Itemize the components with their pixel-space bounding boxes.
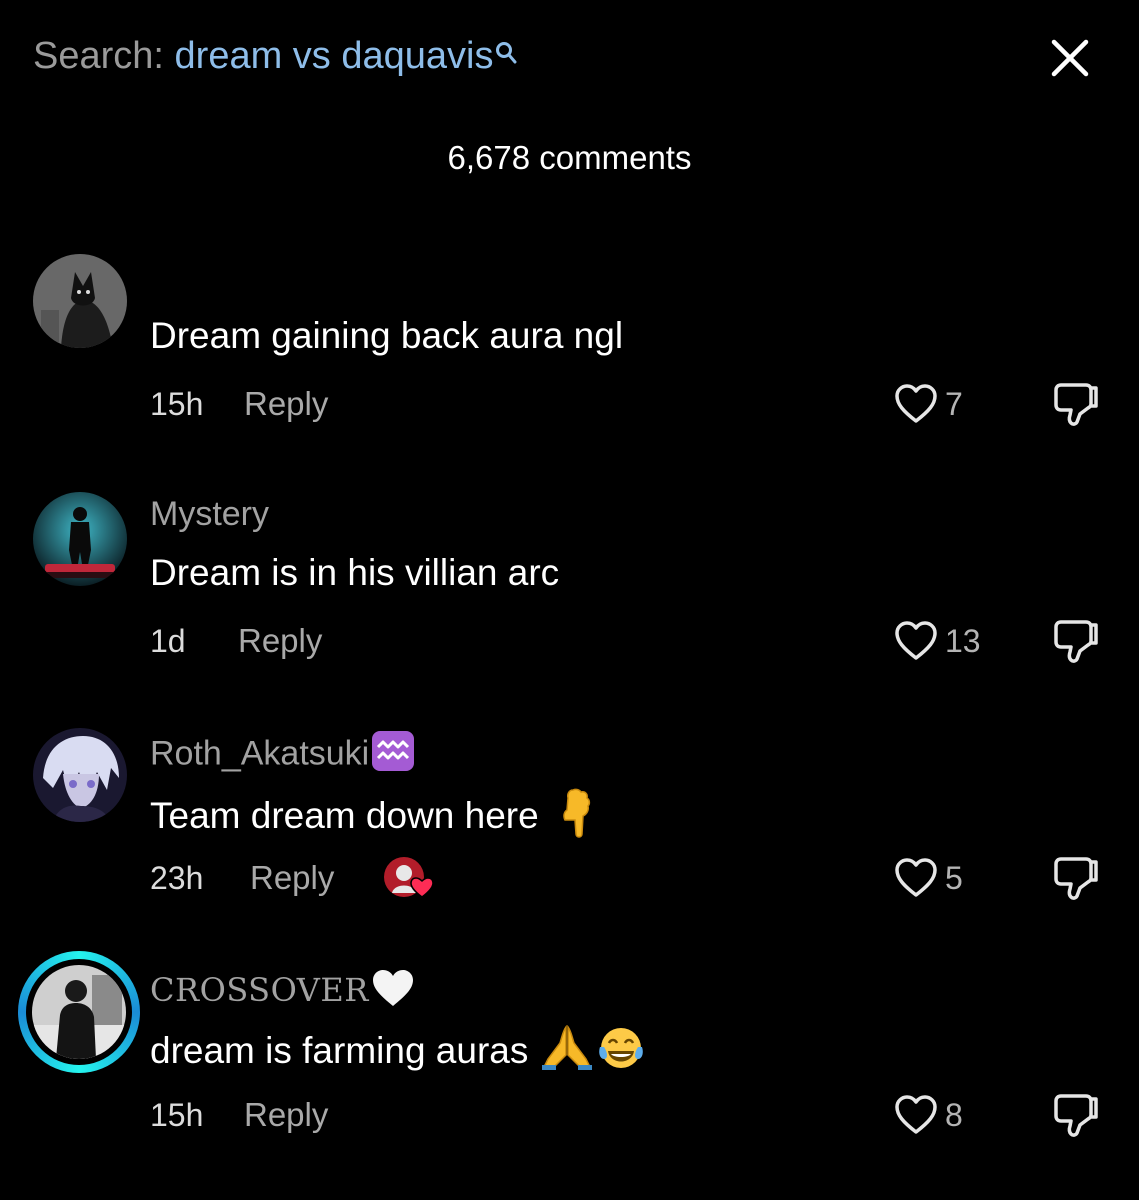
avatar[interactable]	[32, 965, 126, 1059]
reply-button[interactable]: Reply	[238, 621, 322, 661]
comment-text: Team dream down here	[150, 788, 601, 848]
comment-text: dream is farming auras	[150, 1024, 646, 1081]
pointing-down-emoji	[559, 788, 601, 848]
like-button[interactable]: 7	[893, 382, 963, 426]
username[interactable]: Mystery	[150, 494, 269, 534]
like-button[interactable]: 13	[893, 619, 981, 663]
comments-count: 6,678 comments	[447, 139, 692, 176]
comment-time: 15h	[150, 1097, 204, 1133]
close-icon[interactable]	[1048, 36, 1092, 80]
avatar[interactable]	[33, 728, 127, 822]
username[interactable]: CROSSOVER	[150, 968, 415, 1017]
comment-time: 15h	[150, 386, 204, 422]
comment-time: 1d	[150, 623, 186, 659]
search-icon[interactable]	[495, 32, 519, 76]
comment-text: Dream is in his villian arc	[150, 552, 560, 593]
search-bar[interactable]: Search: dream vs daquavis	[33, 34, 519, 78]
heart-outline-icon	[895, 1095, 937, 1134]
aquarius-icon	[371, 730, 415, 781]
thumbs-down-icon	[1054, 857, 1098, 900]
dislike-button[interactable]	[1052, 617, 1100, 665]
story-ring[interactable]	[18, 951, 140, 1073]
dislike-button[interactable]	[1052, 1091, 1100, 1139]
username[interactable]: Roth_Akatsuki	[150, 730, 415, 781]
search-query[interactable]: dream vs daquavis	[175, 35, 494, 77]
reply-button[interactable]: Reply	[250, 858, 334, 898]
reply-button[interactable]: Reply	[244, 384, 328, 424]
comment-time: 23h	[150, 860, 204, 896]
tears-of-joy-emoji	[596, 1025, 646, 1081]
like-count: 13	[945, 622, 981, 659]
comment-text-content: Team dream down here	[150, 794, 539, 836]
heart-outline-icon	[895, 384, 937, 423]
like-button[interactable]: 8	[893, 1093, 963, 1137]
comment-text-content: dream is farming auras	[150, 1029, 529, 1071]
comment-text: Dream gaining back aura ngl	[150, 315, 624, 356]
reply-button[interactable]: Reply	[244, 1095, 328, 1135]
dislike-button[interactable]	[1052, 380, 1100, 428]
like-count: 5	[945, 859, 963, 896]
username-text: Roth_Akatsuki	[150, 734, 370, 773]
like-count: 8	[945, 1096, 963, 1133]
thumbs-down-icon	[1054, 383, 1098, 426]
search-label: Search:	[33, 35, 164, 77]
creator-liked-icon	[384, 853, 434, 901]
dislike-button[interactable]	[1052, 854, 1100, 902]
heart-outline-icon	[895, 621, 937, 660]
folded-hands-emoji	[542, 1024, 593, 1081]
thumbs-down-icon	[1054, 620, 1098, 663]
avatar[interactable]	[33, 254, 127, 348]
username-text: CROSSOVER	[150, 971, 369, 1009]
like-count: 7	[945, 385, 963, 422]
thumbs-down-icon	[1054, 1094, 1098, 1137]
like-button[interactable]: 5	[893, 856, 963, 900]
heart-outline-icon	[895, 858, 937, 897]
white-heart-icon	[371, 968, 415, 1017]
avatar[interactable]	[33, 492, 127, 586]
